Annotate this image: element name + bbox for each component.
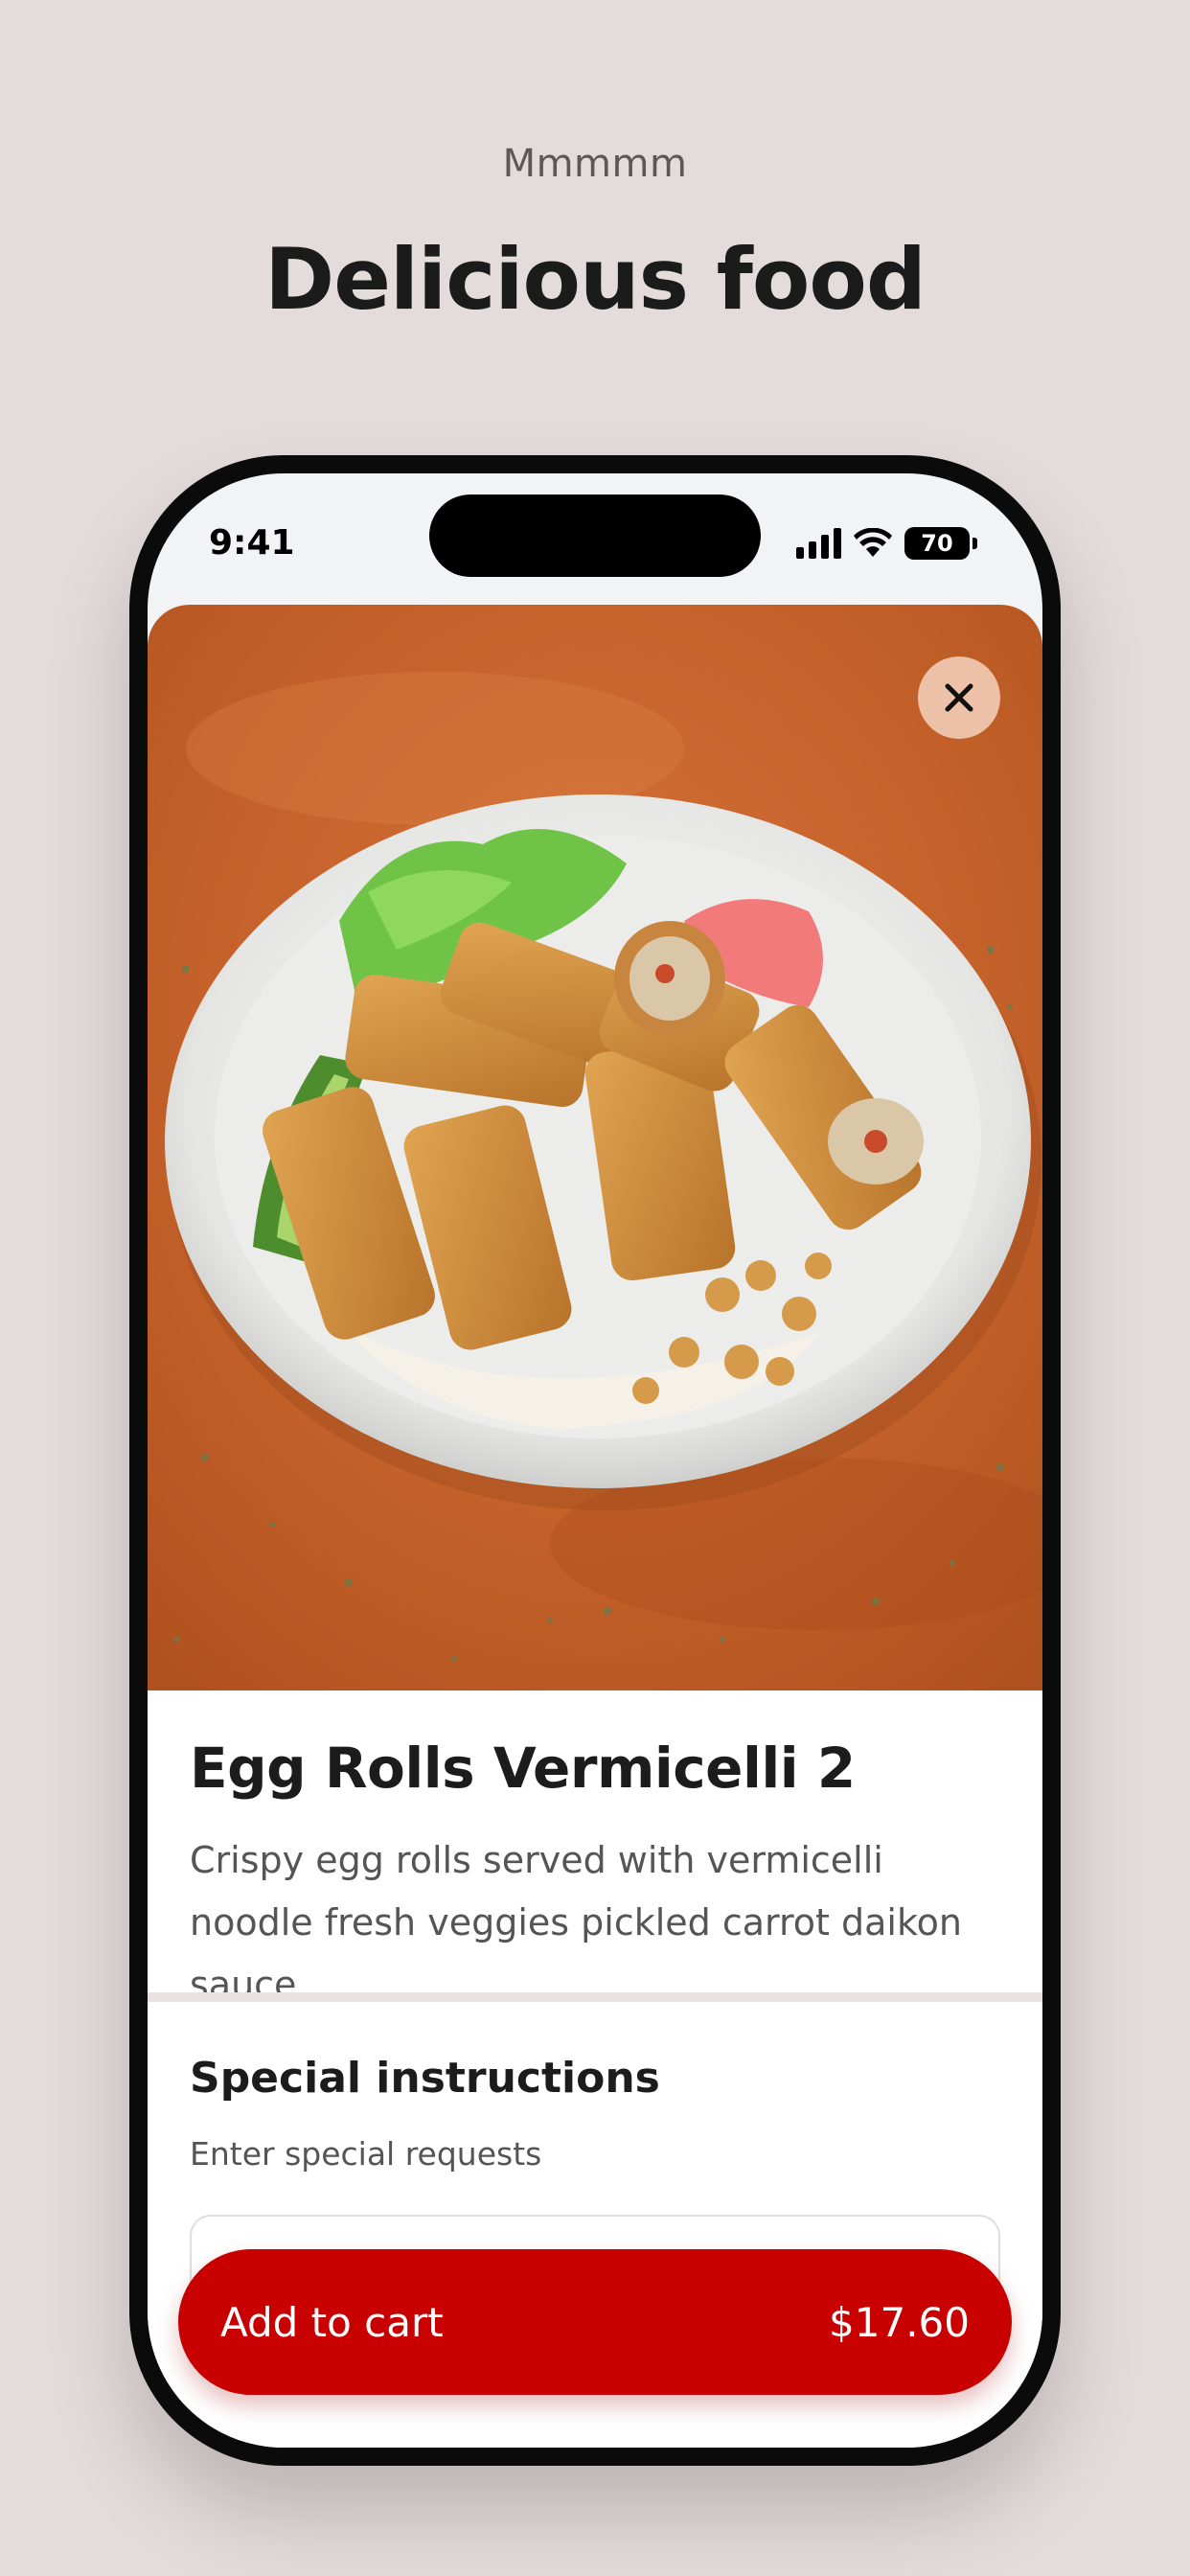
special-instructions-subtitle: Enter special requests — [190, 2135, 542, 2173]
item-photo — [148, 605, 1042, 1690]
close-button[interactable] — [918, 656, 1000, 739]
special-instructions-title: Special instructions — [190, 2054, 660, 2103]
status-icons: 70 — [796, 527, 977, 560]
item-detail-sheet: Egg Rolls Vermicelli 2 Crispy egg rolls … — [148, 605, 1042, 2448]
status-time: 9:41 — [209, 523, 295, 563]
item-title: Egg Rolls Vermicelli 2 — [190, 1736, 856, 1801]
close-icon — [945, 683, 973, 712]
page-eyebrow: Mmmmm — [502, 142, 688, 186]
wifi-icon — [854, 528, 892, 557]
add-to-cart-price: $17.60 — [829, 2298, 970, 2346]
dynamic-island — [429, 494, 761, 577]
phone-frame: 9:41 70 Egg Rolls Vermicelli 2 Crispy eg… — [129, 455, 1061, 2466]
add-to-cart-button[interactable]: Add to cart $17.60 — [178, 2249, 1012, 2395]
battery-icon: 70 — [904, 527, 977, 560]
phone-screen: 9:41 70 Egg Rolls Vermicelli 2 Crispy eg… — [148, 473, 1042, 2448]
battery-level: 70 — [904, 527, 970, 560]
page-headline: Delicious food — [264, 230, 927, 329]
signal-icon — [796, 528, 841, 559]
item-description: Crispy egg rolls served with vermicelli … — [190, 1839, 962, 2006]
add-to-cart-label: Add to cart — [220, 2298, 444, 2346]
section-divider — [148, 1992, 1042, 2002]
